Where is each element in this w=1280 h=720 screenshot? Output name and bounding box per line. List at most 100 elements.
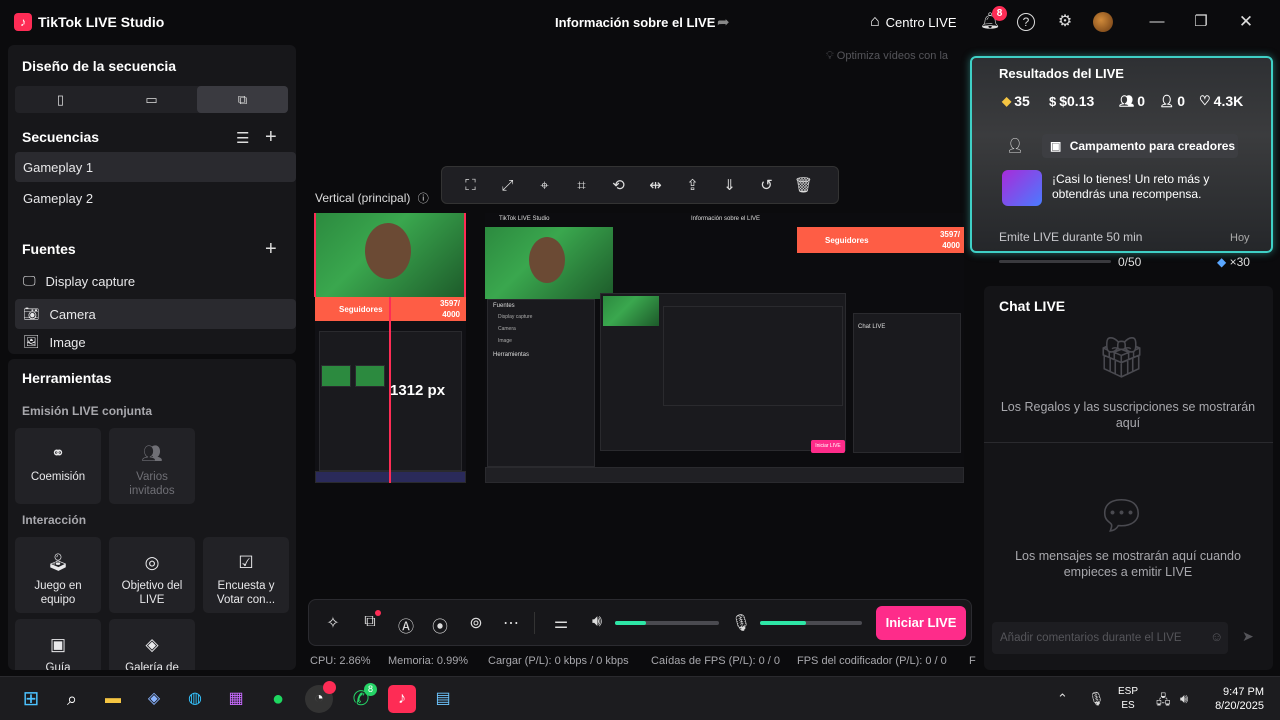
nested-camera <box>603 296 659 326</box>
speaker-volume-slider[interactable] <box>615 621 719 625</box>
share-icon[interactable]: ➦ <box>717 13 730 31</box>
nested-chat-title: Chat LIVE <box>858 324 886 330</box>
poll-tool[interactable]: ☑ Encuesta y Votar con... <box>203 537 289 613</box>
fit-icon[interactable]: ⛶ <box>452 177 489 194</box>
record-icon[interactable]: ⦿ <box>429 613 451 637</box>
close-icon[interactable]: ✕ <box>1234 10 1258 34</box>
tool-label: Coemisión <box>30 471 86 483</box>
file-explorer-icon[interactable]: ▬ <box>99 685 127 713</box>
source-label: Image <box>49 334 86 350</box>
go-live-button[interactable]: Iniciar LIVE <box>876 606 966 640</box>
help-icon[interactable]: ? <box>1017 13 1035 31</box>
monitor-icon: 🖵︎ <box>23 273 36 288</box>
centro-live-button[interactable]: ⌂ Centro LIVE <box>870 12 957 32</box>
rotate-icon[interactable]: ⟲ <box>600 176 637 194</box>
crop-icon[interactable]: ⌗ <box>563 177 600 194</box>
layout-horizontal-option[interactable]: ▭ <box>106 86 197 113</box>
more-icon[interactable]: ⋯ <box>500 613 522 633</box>
info-icon[interactable]: ⓘ <box>418 193 429 205</box>
app-icon[interactable]: ◈ <box>140 685 168 713</box>
sequence-item[interactable]: Gameplay 2 <box>15 183 296 213</box>
gallery-tool[interactable]: ◈ Galería de <box>109 619 195 670</box>
live-results-card[interactable]: Resultados del LIVE ◆ 35 $ $0.13 👥︎ 0 👤︎… <box>970 56 1273 253</box>
selection-edge <box>314 213 316 297</box>
microphone-icon[interactable]: 🎙︎ <box>730 613 752 633</box>
cohost-tool[interactable]: ⚭ Coemisión <box>15 428 101 504</box>
chat-title: Chat LIVE <box>999 298 1066 314</box>
clock[interactable]: 9:47 PM 8/20/2025 <box>1206 685 1264 713</box>
layout-vertical-option[interactable]: ▯ <box>15 86 106 113</box>
volume-icon[interactable]: 🔊︎ <box>1180 691 1188 707</box>
task-progress-text: 0/50 <box>1118 255 1142 269</box>
camera-source[interactable] <box>315 213 466 297</box>
guide-tool[interactable]: ▣ Guía <box>15 619 101 670</box>
windows-start-icon[interactable]: ⊞ <box>17 685 45 713</box>
emoji-icon[interactable]: ☺ <box>1210 629 1223 644</box>
spotify-icon[interactable]: ● <box>264 685 292 713</box>
restore-icon[interactable]: ❐ <box>1189 10 1213 34</box>
clock-date: 8/20/2025 <box>1215 700 1264 712</box>
search-icon[interactable]: ⌕ <box>58 685 86 713</box>
multi-guest-tool: 👥︎ Varios invitados <box>109 428 195 504</box>
expand-icon[interactable]: ⤢ <box>489 177 526 194</box>
task-progress-bar <box>999 260 1111 263</box>
app-icon[interactable]: ▦ <box>222 685 250 713</box>
mic-volume-slider[interactable] <box>760 621 862 625</box>
followers-value: 0 <box>1177 93 1186 109</box>
task-reward: ◆ ×30 <box>1217 255 1250 269</box>
layout-dual-option[interactable]: ⧉ <box>197 86 288 113</box>
list-icon[interactable]: ☰ <box>236 129 249 149</box>
nested-chat: Chat LIVE <box>853 313 961 453</box>
flip-horizontal-icon[interactable]: ⇹ <box>637 176 674 194</box>
bring-forward-icon[interactable]: ⇪ <box>674 176 711 194</box>
nested-sources-title: Fuentes <box>493 303 515 309</box>
microphone-tray-icon[interactable]: 🎙︎ <box>1088 691 1105 707</box>
chat-comment-input[interactable] <box>992 622 1228 654</box>
center-icon[interactable]: ⌖ <box>526 177 563 194</box>
source-item-display[interactable]: 🖵︎ Display capture <box>15 266 296 296</box>
live-info-title[interactable]: Información sobre el LIVE <box>555 15 715 30</box>
edge-icon[interactable]: ◍ <box>181 685 209 713</box>
task-text: Emite LIVE durante 50 min <box>999 230 1143 244</box>
horizontal-preview[interactable]: TikTok LIVE Studio Información sobre el … <box>485 213 964 483</box>
sliders-icon[interactable]: ⚌ <box>550 613 572 633</box>
team-game-tool[interactable]: 🕹︎ Juego en equipo <box>15 537 101 613</box>
tools-title: Herramientas <box>22 370 112 386</box>
encoder-fps-status: FPS del codificador (P/L): 0 / 0 <box>797 655 947 667</box>
avatar[interactable] <box>1093 12 1113 32</box>
gear-icon[interactable]: ⚙ <box>1054 11 1076 33</box>
language-indicator[interactable]: ESP ES <box>1118 685 1138 713</box>
language-bottom: ES <box>1121 700 1135 711</box>
add-sequence-icon[interactable]: + <box>265 127 277 147</box>
speaker-icon[interactable]: 🔊︎ <box>586 613 608 631</box>
minimize-icon[interactable]: — <box>1145 10 1169 34</box>
fps-drops-status: Caídas de FPS (P/L): 0 / 0 <box>651 655 781 667</box>
sequence-item[interactable]: Gameplay 1 <box>15 152 296 182</box>
magic-wand-icon[interactable]: ✧ <box>322 613 344 633</box>
ai-icon[interactable]: Ⓐ <box>395 613 417 637</box>
chevron-up-icon[interactable]: ⌃ <box>1057 691 1068 707</box>
undo-icon[interactable]: ↺ <box>748 176 785 194</box>
source-item-camera[interactable]: 📷︎ Camera <box>15 299 296 329</box>
live-goal-tool[interactable]: ◎ Objetivo del LIVE <box>109 537 195 613</box>
load-status: Cargar (P/L): 0 kbps / 0 kbps <box>488 655 629 667</box>
tool-label: Objetivo del LIVE <box>121 580 183 606</box>
network-icon[interactable]: 🖧︎ <box>1156 691 1171 713</box>
send-backward-icon[interactable]: ⇓ <box>711 176 748 194</box>
viewers-stat: 👥︎ 0 <box>1119 93 1145 109</box>
trash-icon[interactable]: 🗑︎ <box>785 176 822 194</box>
likes-value: 4.3K <box>1213 93 1244 109</box>
memory-status: Memoria: 0.99% <box>388 655 469 667</box>
notepad-icon[interactable]: ▤ <box>429 685 457 713</box>
source-item-image[interactable]: 🖼︎ Image <box>15 330 296 354</box>
campaign-badge[interactable]: ▣ Campamento para creadores <box>1042 134 1238 158</box>
send-icon[interactable]: ➤ <box>1242 628 1254 645</box>
tiktok-icon[interactable]: ♪ <box>388 685 416 713</box>
screenshot-icon[interactable]: ⊚ <box>465 613 487 633</box>
viewers-value: 0 <box>1137 93 1146 109</box>
status-overflow: F <box>969 655 976 667</box>
source-label: Display capture <box>45 273 136 289</box>
sequences-title: Secuencias <box>22 129 100 145</box>
add-source-icon[interactable]: + <box>265 239 277 259</box>
link-icon: ⚭ <box>50 444 66 463</box>
